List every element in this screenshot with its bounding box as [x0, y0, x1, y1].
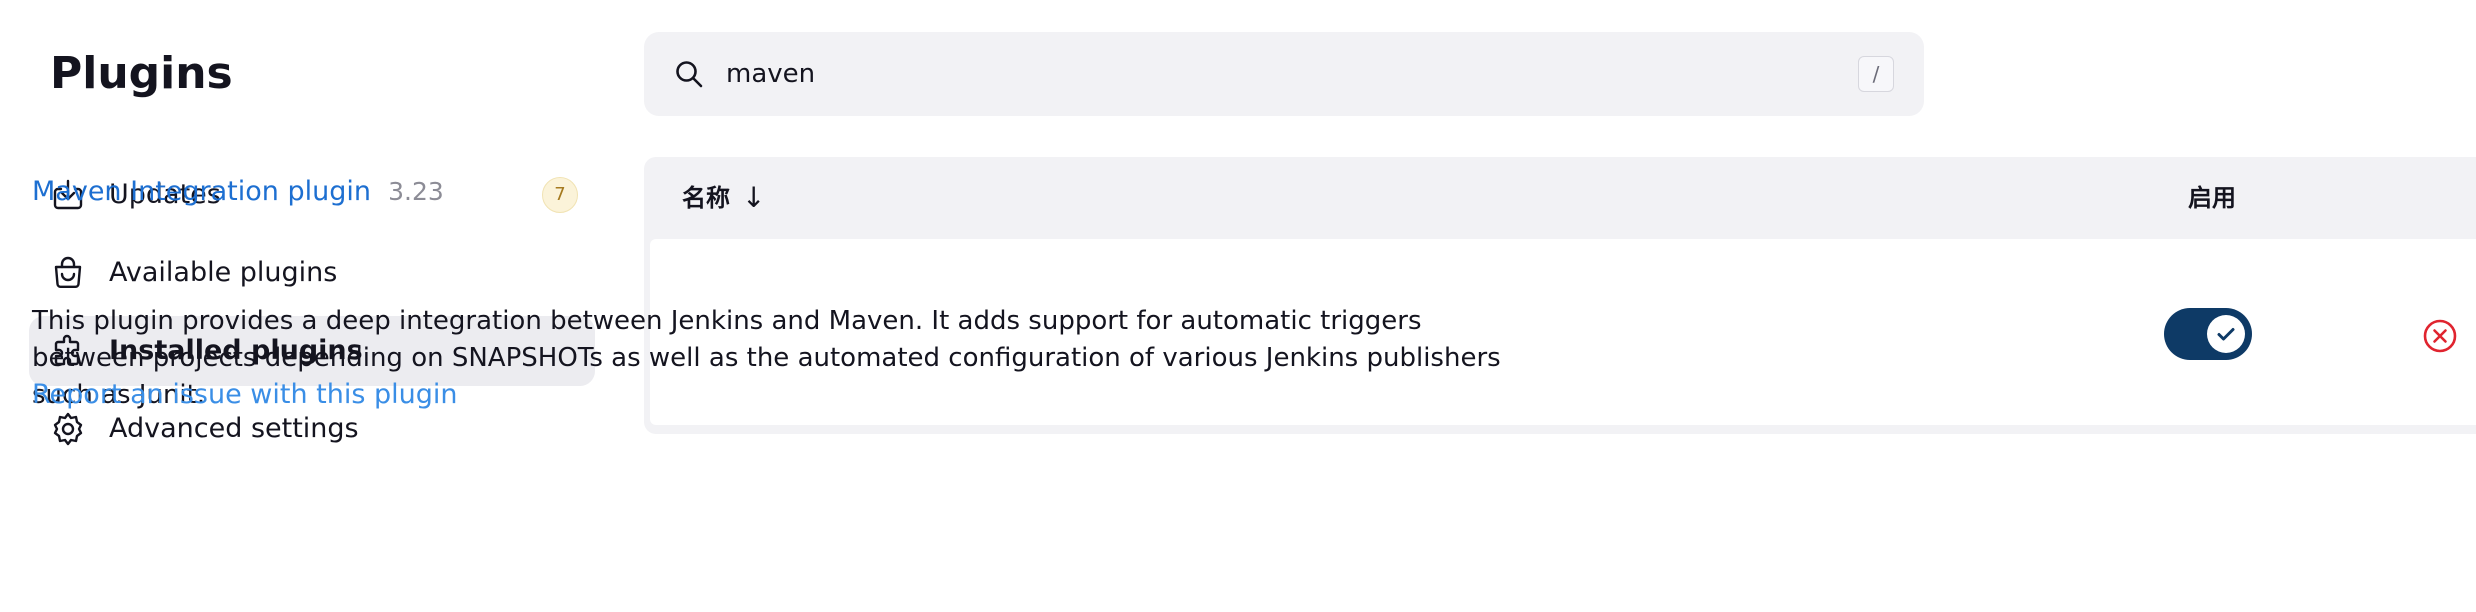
- plugin-title: Maven Integration plugin 3.23: [32, 174, 444, 210]
- uninstall-button[interactable]: [2422, 318, 2458, 354]
- search-input[interactable]: [726, 52, 1726, 96]
- report-issue-link[interactable]: Report an issue with this plugin: [32, 376, 458, 413]
- page-title: Plugins: [50, 48, 233, 99]
- keyboard-shortcut-hint: /: [1858, 56, 1894, 92]
- sidebar-item-available-plugins[interactable]: Available plugins: [29, 238, 595, 308]
- updates-count-badge: 7: [542, 177, 578, 213]
- sidebar-item-label: Advanced settings: [109, 413, 359, 444]
- column-header-enabled: 启用: [2188, 184, 2236, 212]
- column-header-name[interactable]: 名称 ↓: [682, 179, 765, 217]
- plugin-name-link[interactable]: Maven Integration plugin: [32, 176, 371, 207]
- plugin-search-bar: /: [644, 32, 1924, 116]
- sidebar-item-label: Available plugins: [109, 257, 338, 288]
- table-header: 名称 ↓ 启用: [644, 157, 2476, 239]
- plugin-version: 3.23: [388, 177, 444, 206]
- search-icon: [673, 58, 705, 90]
- plugin-enabled-toggle[interactable]: [2164, 308, 2252, 360]
- column-name-label: 名称: [682, 184, 730, 212]
- checkmark-icon: [2217, 328, 2235, 341]
- close-circle-icon: [2423, 319, 2457, 353]
- sort-arrow-down-icon: ↓: [742, 181, 766, 214]
- gear-icon: [50, 411, 86, 447]
- plugins-page: Plugins Updates 7 Available plugins Inst…: [0, 0, 2476, 612]
- shopping-bag-icon: [50, 255, 86, 291]
- toggle-knob: [2207, 315, 2245, 353]
